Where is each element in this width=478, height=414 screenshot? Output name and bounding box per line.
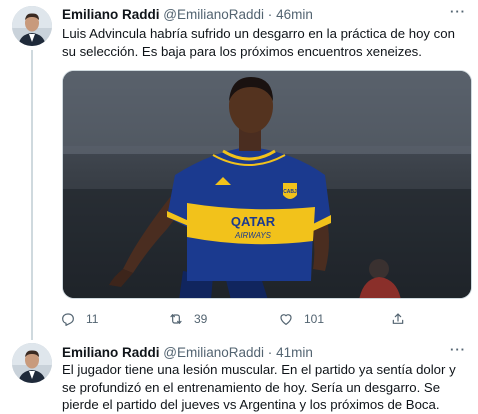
- reply-count: 11: [86, 312, 99, 326]
- avatar[interactable]: [12, 343, 52, 383]
- like-count: 101: [304, 312, 325, 326]
- separator: ·: [267, 7, 273, 22]
- tweet-photo[interactable]: CABJ QATAR AIRWAYS: [62, 70, 472, 299]
- author-handle[interactable]: @EmilianoRaddi: [163, 7, 264, 22]
- timestamp[interactable]: 41min: [276, 345, 313, 360]
- tweet-header: Emiliano Raddi @EmilianoRaddi · 46min: [62, 6, 313, 24]
- retweet-button[interactable]: 39: [168, 309, 207, 329]
- timestamp[interactable]: 46min: [276, 7, 313, 22]
- separator: ·: [267, 345, 273, 360]
- tweet-text: El jugador tiene una lesión muscular. En…: [62, 362, 456, 412]
- more-icon[interactable]: ···: [448, 4, 468, 22]
- heart-icon: [280, 314, 292, 325]
- tweet[interactable]: Emiliano Raddi @EmilianoRaddi · 41min ··…: [0, 336, 478, 414]
- tweet-text: Luis Advincula habría sufrido un desgarr…: [62, 26, 455, 59]
- jersey-sponsor-line2: AIRWAYS: [234, 231, 272, 240]
- reply-button[interactable]: 11: [60, 309, 98, 329]
- tweet-header: Emiliano Raddi @EmilianoRaddi · 41min: [62, 344, 313, 362]
- reply-icon: [62, 313, 74, 326]
- tweet-actions: 11 39 101: [60, 309, 420, 329]
- tweet[interactable]: Emiliano Raddi @EmilianoRaddi · 46min ··…: [0, 0, 478, 340]
- like-button[interactable]: 101: [278, 309, 324, 329]
- jersey-crest-text: CABJ: [283, 189, 297, 195]
- author-handle[interactable]: @EmilianoRaddi: [163, 345, 264, 360]
- jersey-sponsor-line1: QATAR: [231, 214, 276, 229]
- share-button[interactable]: [390, 309, 406, 329]
- more-icon[interactable]: ···: [448, 342, 468, 360]
- retweet-icon: [170, 314, 182, 324]
- author-name[interactable]: Emiliano Raddi: [62, 345, 160, 360]
- share-icon: [392, 313, 404, 324]
- author-name[interactable]: Emiliano Raddi: [62, 7, 160, 22]
- thread-line: [31, 50, 33, 340]
- retweet-count: 39: [194, 312, 208, 326]
- player-photo: CABJ QATAR AIRWAYS: [63, 71, 471, 298]
- avatar[interactable]: [12, 6, 52, 46]
